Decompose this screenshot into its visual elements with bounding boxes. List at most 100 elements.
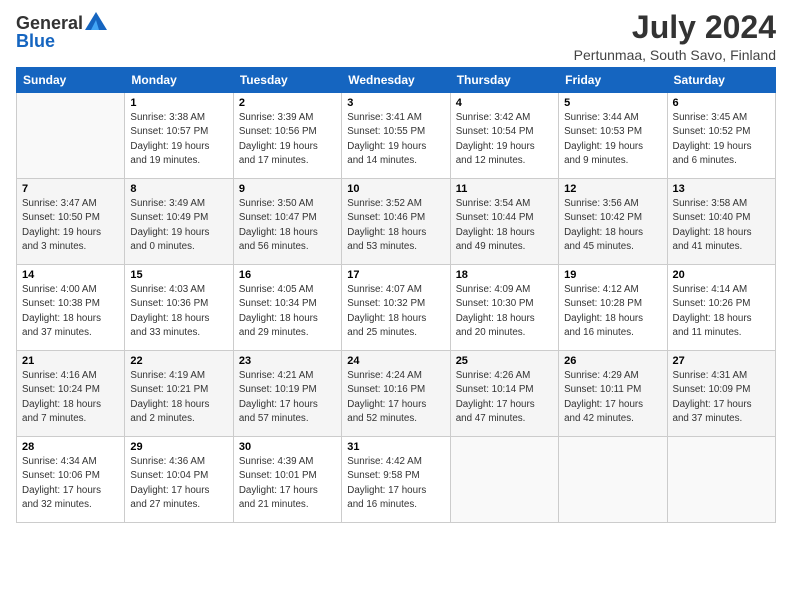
table-row — [667, 437, 775, 523]
table-row: 29 Sunrise: 4:36 AMSunset: 10:04 PMDaylig… — [125, 437, 233, 523]
day-info: Sunrise: 4:14 AMSunset: 10:26 PMDaylight… — [673, 283, 770, 340]
table-row: 9 Sunrise: 3:50 AMSunset: 10:47 PMDayligh… — [233, 179, 341, 265]
table-row: 22 Sunrise: 4:19 AMSunset: 10:21 PMDaylig… — [125, 351, 233, 437]
table-row: 5 Sunrise: 3:44 AMSunset: 10:53 PMDayligh… — [559, 93, 667, 179]
table-row: 11 Sunrise: 3:54 AMSunset: 10:44 PMDaylig… — [450, 179, 558, 265]
day-number: 9 — [239, 183, 336, 195]
calendar-header-row: Sunday Monday Tuesday Wednesday Thursday… — [17, 68, 776, 93]
day-number: 7 — [22, 183, 119, 195]
day-number: 5 — [564, 97, 661, 109]
table-row: 6Sunrise: 3:45 AMSunset: 10:52 PMDayligh… — [667, 93, 775, 179]
table-row: 3 Sunrise: 3:41 AMSunset: 10:55 PMDayligh… — [342, 93, 450, 179]
table-row: 2 Sunrise: 3:39 AMSunset: 10:56 PMDayligh… — [233, 93, 341, 179]
logo-icon — [85, 12, 107, 30]
day-number: 20 — [673, 269, 770, 281]
day-info: Sunrise: 3:58 AMSunset: 10:40 PMDaylight… — [673, 197, 770, 254]
day-info: Sunrise: 4:21 AMSunset: 10:19 PMDaylight… — [239, 369, 336, 426]
day-number: 8 — [130, 183, 227, 195]
col-monday: Monday — [125, 68, 233, 93]
day-info: Sunrise: 4:29 AMSunset: 10:11 PMDaylight… — [564, 369, 661, 426]
month-title: July 2024 — [574, 10, 776, 45]
col-wednesday: Wednesday — [342, 68, 450, 93]
table-row: 8 Sunrise: 3:49 AMSunset: 10:49 PMDayligh… — [125, 179, 233, 265]
day-info: Sunrise: 4:31 AMSunset: 10:09 PMDaylight… — [673, 369, 770, 426]
calendar-week-row: 7Sunrise: 3:47 AMSunset: 10:50 PMDayligh… — [17, 179, 776, 265]
page-container: General Blue July 2024 Pertunmaa, South … — [0, 0, 792, 533]
day-number: 12 — [564, 183, 661, 195]
day-info: Sunrise: 4:42 AMSunset: 9:58 PMDaylight:… — [347, 455, 444, 512]
location: Pertunmaa, South Savo, Finland — [574, 47, 776, 63]
day-number: 27 — [673, 355, 770, 367]
table-row: 19 Sunrise: 4:12 AMSunset: 10:28 PMDaylig… — [559, 265, 667, 351]
day-info: Sunrise: 3:56 AMSunset: 10:42 PMDaylight… — [564, 197, 661, 254]
day-info: Sunrise: 3:42 AMSunset: 10:54 PMDaylight… — [456, 111, 553, 168]
table-row: 16 Sunrise: 4:05 AMSunset: 10:34 PMDaylig… — [233, 265, 341, 351]
day-number: 2 — [239, 97, 336, 109]
table-row: 4Sunrise: 3:42 AMSunset: 10:54 PMDayligh… — [450, 93, 558, 179]
day-info: Sunrise: 3:39 AMSunset: 10:56 PMDaylight… — [239, 111, 336, 168]
table-row: 21Sunrise: 4:16 AMSunset: 10:24 PMDaylig… — [17, 351, 125, 437]
day-number: 19 — [564, 269, 661, 281]
calendar-table: Sunday Monday Tuesday Wednesday Thursday… — [16, 67, 776, 523]
logo: General Blue — [16, 14, 107, 52]
table-row: 24 Sunrise: 4:24 AMSunset: 10:16 PMDaylig… — [342, 351, 450, 437]
col-sunday: Sunday — [17, 68, 125, 93]
day-number: 16 — [239, 269, 336, 281]
day-number: 17 — [347, 269, 444, 281]
table-row: 13 Sunrise: 3:58 AMSunset: 10:40 PMDaylig… — [667, 179, 775, 265]
day-number: 11 — [456, 183, 553, 195]
table-row: 30Sunrise: 4:39 AMSunset: 10:01 PMDaylig… — [233, 437, 341, 523]
header: General Blue July 2024 Pertunmaa, South … — [16, 10, 776, 63]
table-row: 31 Sunrise: 4:42 AMSunset: 9:58 PMDayligh… — [342, 437, 450, 523]
calendar-week-row: 21Sunrise: 4:16 AMSunset: 10:24 PMDaylig… — [17, 351, 776, 437]
table-row: 27 Sunrise: 4:31 AMSunset: 10:09 PMDaylig… — [667, 351, 775, 437]
day-info: Sunrise: 4:05 AMSunset: 10:34 PMDaylight… — [239, 283, 336, 340]
calendar-week-row: 14 Sunrise: 4:00 AMSunset: 10:38 PMDaylig… — [17, 265, 776, 351]
day-info: Sunrise: 4:03 AMSunset: 10:36 PMDaylight… — [130, 283, 227, 340]
table-row: 1Sunrise: 3:38 AMSunset: 10:57 PMDayligh… — [125, 93, 233, 179]
day-info: Sunrise: 4:16 AMSunset: 10:24 PMDaylight… — [22, 369, 119, 426]
table-row: 12 Sunrise: 3:56 AMSunset: 10:42 PMDaylig… — [559, 179, 667, 265]
table-row: 17Sunrise: 4:07 AMSunset: 10:32 PMDaylig… — [342, 265, 450, 351]
day-number: 30 — [239, 441, 336, 453]
day-info: Sunrise: 4:26 AMSunset: 10:14 PMDaylight… — [456, 369, 553, 426]
table-row: 23 Sunrise: 4:21 AMSunset: 10:19 PMDaylig… — [233, 351, 341, 437]
day-info: Sunrise: 3:45 AMSunset: 10:52 PMDaylight… — [673, 111, 770, 168]
calendar-week-row: 28Sunrise: 4:34 AMSunset: 10:06 PMDaylig… — [17, 437, 776, 523]
day-number: 29 — [130, 441, 227, 453]
day-info: Sunrise: 3:41 AMSunset: 10:55 PMDaylight… — [347, 111, 444, 168]
table-row: 10Sunrise: 3:52 AMSunset: 10:46 PMDaylig… — [342, 179, 450, 265]
day-info: Sunrise: 4:19 AMSunset: 10:21 PMDaylight… — [130, 369, 227, 426]
table-row: 18Sunrise: 4:09 AMSunset: 10:30 PMDaylig… — [450, 265, 558, 351]
table-row: 7Sunrise: 3:47 AMSunset: 10:50 PMDayligh… — [17, 179, 125, 265]
calendar-week-row: 1Sunrise: 3:38 AMSunset: 10:57 PMDayligh… — [17, 93, 776, 179]
day-info: Sunrise: 4:00 AMSunset: 10:38 PMDaylight… — [22, 283, 119, 340]
day-info: Sunrise: 3:54 AMSunset: 10:44 PMDaylight… — [456, 197, 553, 254]
table-row: 20 Sunrise: 4:14 AMSunset: 10:26 PMDaylig… — [667, 265, 775, 351]
day-info: Sunrise: 3:50 AMSunset: 10:47 PMDaylight… — [239, 197, 336, 254]
logo-blue: Blue — [16, 31, 55, 51]
day-number: 28 — [22, 441, 119, 453]
day-info: Sunrise: 3:52 AMSunset: 10:46 PMDaylight… — [347, 197, 444, 254]
day-info: Sunrise: 4:36 AMSunset: 10:04 PMDaylight… — [130, 455, 227, 512]
day-info: Sunrise: 4:12 AMSunset: 10:28 PMDaylight… — [564, 283, 661, 340]
day-number: 23 — [239, 355, 336, 367]
day-number: 13 — [673, 183, 770, 195]
day-number: 14 — [22, 269, 119, 281]
day-number: 15 — [130, 269, 227, 281]
day-number: 25 — [456, 355, 553, 367]
day-info: Sunrise: 3:49 AMSunset: 10:49 PMDaylight… — [130, 197, 227, 254]
col-friday: Friday — [559, 68, 667, 93]
col-thursday: Thursday — [450, 68, 558, 93]
table-row — [450, 437, 558, 523]
day-info: Sunrise: 3:44 AMSunset: 10:53 PMDaylight… — [564, 111, 661, 168]
col-tuesday: Tuesday — [233, 68, 341, 93]
day-number: 24 — [347, 355, 444, 367]
day-number: 31 — [347, 441, 444, 453]
logo-general: General — [16, 14, 83, 32]
day-number: 22 — [130, 355, 227, 367]
table-row — [559, 437, 667, 523]
day-number: 3 — [347, 97, 444, 109]
day-info: Sunrise: 3:38 AMSunset: 10:57 PMDaylight… — [130, 111, 227, 168]
day-info: Sunrise: 4:24 AMSunset: 10:16 PMDaylight… — [347, 369, 444, 426]
